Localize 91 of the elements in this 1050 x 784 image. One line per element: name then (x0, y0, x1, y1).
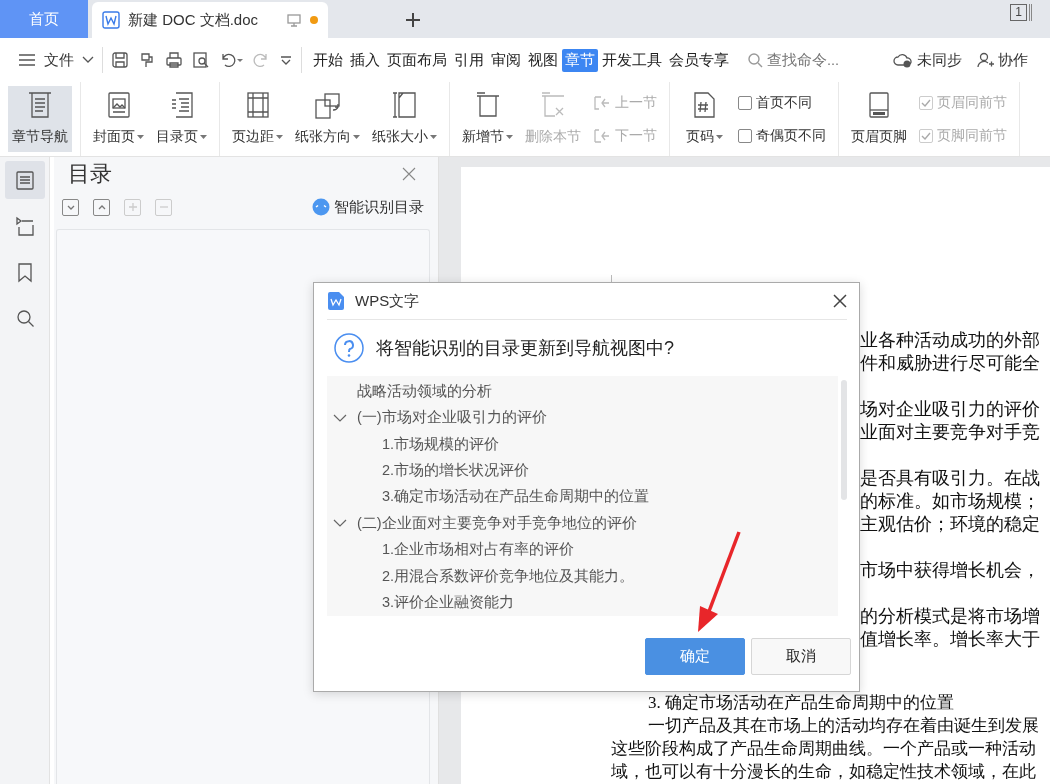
menu-tab[interactable]: 章节 (562, 48, 598, 72)
chapter-icon (14, 215, 35, 237)
chevron-up-button[interactable] (93, 198, 110, 216)
dropdown-icon[interactable] (279, 53, 293, 67)
text-line: 场对企业吸引力的评价 (860, 398, 1041, 421)
text-line: 主观估价；环境的稳定 (860, 513, 1041, 536)
ribbon-button[interactable]: 纸张大小 (368, 86, 441, 152)
ribbon-button[interactable]: 纸张方向 (291, 86, 364, 152)
next-section-icon (593, 127, 611, 144)
text-line: 3. 确定市场活动在产品生命周期中的位置 (648, 693, 954, 712)
outline-item[interactable]: 2.市场的增长状况评价 (382, 461, 530, 481)
outline-item[interactable]: 2.用混合系数评价竞争地位及其能力。 (382, 566, 635, 586)
outline-item[interactable]: 1.企业市场相对占有率的评价 (382, 540, 575, 560)
add-user-icon (976, 51, 994, 69)
cancel-button[interactable]: 取消 (751, 638, 851, 675)
text-line: 的标准。如市场规模； (860, 490, 1041, 513)
menu-tab[interactable]: 会员专享 (666, 48, 732, 72)
document-tab[interactable]: 新建 DOC 文档.doc (92, 2, 328, 38)
menu-tab[interactable]: 审阅 (488, 48, 524, 72)
chevron-down-icon[interactable] (333, 518, 347, 529)
checkbox[interactable] (738, 95, 752, 110)
format-painter-icon[interactable] (138, 51, 156, 69)
outline-icon (14, 169, 35, 191)
file-menu[interactable]: 文件 (18, 50, 94, 70)
document-icon (327, 291, 345, 311)
check-icon (921, 98, 931, 107)
ribbon-button[interactable]: 页眉页脚 (847, 86, 911, 152)
chevron-down-icon (82, 56, 94, 64)
checkbox-label: 奇偶页不同 (756, 126, 826, 145)
text-line: 是否具有吸引力。在战 (860, 467, 1041, 490)
close-icon[interactable] (833, 294, 847, 308)
smart-toc-button[interactable]: 智能识别目录 (312, 197, 424, 217)
ribbon-button[interactable]: 页码 (678, 86, 730, 152)
ribbon-button[interactable]: 目录页 (152, 86, 211, 152)
chevron-down-icon[interactable] (333, 412, 347, 423)
menu-tab[interactable]: 页面布局 (384, 48, 450, 72)
cloud-icon (893, 51, 913, 69)
check-icon (921, 131, 931, 140)
redo-icon[interactable] (252, 51, 270, 69)
scrollbar-thumb[interactable] (841, 380, 847, 500)
checkbox-label: 页脚同前节 (937, 126, 1007, 145)
outline-item[interactable]: (一)市场对企业吸引力的评价 (357, 408, 547, 428)
robot-icon (312, 198, 330, 216)
outline-item[interactable]: 3.评价企业融资能力 (382, 593, 515, 613)
checkbox[interactable] (738, 128, 752, 143)
search-field[interactable]: 查找命令... (747, 52, 865, 68)
outline-item[interactable]: (二)企业面对主要竞争对手竞争地位的评价 (357, 513, 637, 533)
panel-title: 目录 (68, 160, 112, 188)
menu-tab[interactable]: 插入 (347, 48, 383, 72)
document-icon (102, 11, 120, 29)
checkbox-label: 页眉同前节 (937, 93, 1007, 112)
search-icon (14, 307, 35, 329)
text-line: 件和威胁进行尽可能全 (860, 352, 1041, 375)
ribbon-button[interactable]: 章节导航 (8, 86, 72, 152)
print-preview-icon[interactable] (192, 51, 210, 69)
menu-tab[interactable]: 引用 (451, 48, 487, 72)
chevron-down-button[interactable] (62, 198, 79, 216)
text-line: 的分析模式是将市场增 (860, 605, 1041, 628)
text-line: 值增长率。增长率大于 (860, 628, 1041, 651)
menu-tab[interactable]: 开始 (310, 48, 346, 72)
outline-item[interactable]: 1.市场规模的评价 (382, 434, 500, 454)
undo-icon[interactable] (219, 51, 243, 69)
outline-item[interactable]: 3.确定市场活动在产品生命周期中的位置 (382, 487, 650, 507)
outline-item[interactable]: 战略活动领域的分析 (357, 381, 492, 401)
previous-section-icon (593, 94, 611, 111)
ribbon-button[interactable]: 新增节 (458, 86, 517, 152)
dialog-message: 将智能识别的目录更新到导航视图中? (376, 337, 674, 360)
search-icon (747, 52, 763, 68)
menu-tab[interactable]: 开发工具 (599, 48, 665, 72)
sync-button[interactable]: 未同步 (893, 50, 962, 70)
save-icon[interactable] (111, 51, 129, 69)
plus-icon[interactable] (404, 11, 422, 29)
text-line: 一切产品及其在市场上的活动均存在着由诞生到发展 (648, 716, 1039, 735)
text-line: 业各种活动成功的外部 (860, 329, 1041, 352)
checkbox-label: 首页不同 (756, 93, 812, 112)
monitor-icon (286, 12, 302, 28)
ribbon-button[interactable]: 封面页 (89, 86, 148, 152)
text-line: 市场中获得增长机会， (860, 559, 1041, 582)
menu-tab[interactable]: 视图 (525, 48, 561, 72)
plus-icon (126, 201, 139, 213)
print-icon[interactable] (165, 51, 183, 69)
collaborate-button[interactable]: 协作 (976, 50, 1028, 70)
text-line: 业面对主要竞争对手竞 (860, 421, 1041, 444)
sidebar-button[interactable] (4, 161, 45, 199)
ribbon-button[interactable]: 页边距 (228, 86, 287, 152)
page-orientation-icon (312, 90, 343, 120)
help-icon (334, 333, 364, 363)
menu-icon (18, 53, 36, 67)
text-line: 域，也可以有十分漫长的生命，如稳定性技术领域，在此 (611, 762, 1036, 781)
text-line: 这些阶段构成了产品生命周期曲线。一个产品或一种活动 (611, 739, 1036, 758)
dialog-title: WPS文字 (355, 291, 421, 311)
